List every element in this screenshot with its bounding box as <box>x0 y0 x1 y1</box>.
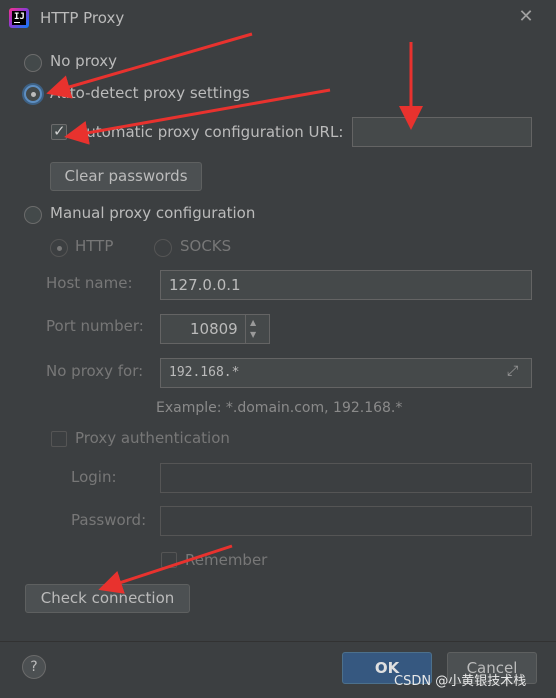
host-name-value: 127.0.0.1 <box>169 276 241 294</box>
watermark-text: CSDN @小黄银技术栈 <box>394 674 527 689</box>
http-radio[interactable] <box>50 239 68 257</box>
no-proxy-for-value: 192.168.* <box>169 365 240 380</box>
clear-passwords-button[interactable]: Clear passwords <box>50 162 202 191</box>
auto-detect-label[interactable]: Auto-detect proxy settings <box>50 84 250 102</box>
remember-label[interactable]: Remember <box>185 551 267 569</box>
spinner-arrows-icon[interactable]: ▲ ▼ <box>245 315 270 343</box>
no-proxy-example: Example: *.domain.com, 192.168.* <box>156 400 403 416</box>
proxy-auth-label[interactable]: Proxy authentication <box>75 429 230 447</box>
intellij-idea-icon: IJ <box>9 8 29 28</box>
socks-radio[interactable] <box>154 239 172 257</box>
password-input[interactable] <box>160 506 532 536</box>
no-proxy-label[interactable]: No proxy <box>50 52 117 70</box>
no-proxy-radio[interactable] <box>24 54 42 72</box>
port-number-value: 10809 <box>190 320 238 338</box>
auto-config-url-checkbox[interactable]: ✓ <box>51 122 67 140</box>
host-name-label: Host name: <box>46 274 133 292</box>
host-name-input[interactable]: 127.0.0.1 <box>160 270 532 300</box>
auto-detect-radio[interactable] <box>24 85 42 103</box>
checkmark-icon: ✓ <box>53 122 66 140</box>
window-title: HTTP Proxy <box>40 9 125 27</box>
auto-config-url-label[interactable]: Automatic proxy configuration URL: <box>76 123 343 141</box>
port-number-stepper[interactable]: 10809 ▲ ▼ <box>160 314 270 344</box>
manual-proxy-radio[interactable] <box>24 206 42 224</box>
manual-proxy-label[interactable]: Manual proxy configuration <box>50 204 255 222</box>
expand-icon[interactable]: ⤢ <box>507 363 518 379</box>
auto-config-url-input[interactable] <box>352 117 532 147</box>
remember-checkbox[interactable] <box>161 552 177 568</box>
check-connection-button[interactable]: Check connection <box>25 584 190 613</box>
http-label[interactable]: HTTP <box>75 237 113 255</box>
login-label: Login: <box>71 468 117 486</box>
socks-label[interactable]: SOCKS <box>180 237 231 255</box>
close-icon[interactable]: ✕ <box>516 6 536 28</box>
proxy-auth-checkbox[interactable] <box>51 431 67 447</box>
help-button[interactable]: ? <box>22 655 46 679</box>
password-label: Password: <box>71 511 147 529</box>
port-number-label: Port number: <box>46 317 144 335</box>
no-proxy-for-label: No proxy for: <box>46 362 144 380</box>
login-input[interactable] <box>160 463 532 493</box>
no-proxy-for-input[interactable]: 192.168.* ⤢ <box>160 358 532 388</box>
